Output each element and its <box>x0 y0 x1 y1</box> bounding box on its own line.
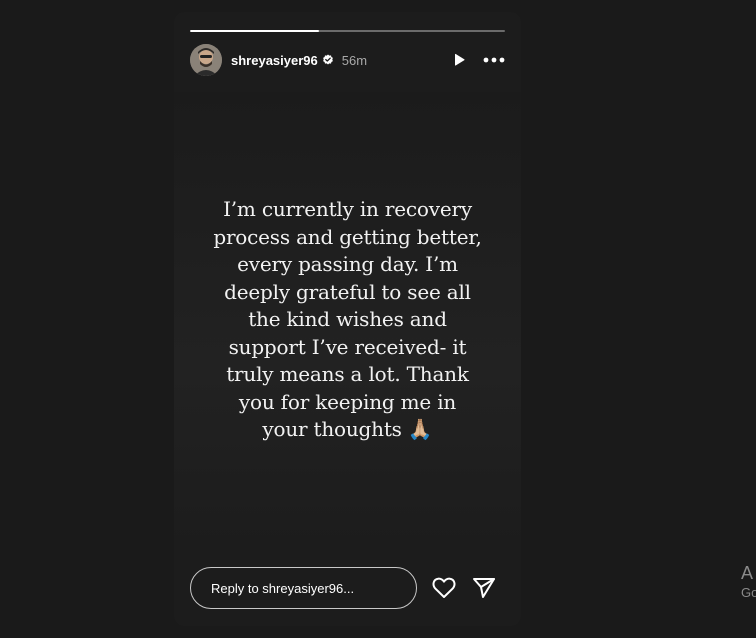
story-timestamp: 56m <box>341 52 368 68</box>
story-text-line: support I’ve received- it <box>228 334 467 359</box>
side-text-line2: Go <box>741 585 756 600</box>
story-header: shreyasiyer96 56m <box>190 44 505 76</box>
story-progress-bar <box>190 30 505 32</box>
story-text-line: the kind wishes and <box>248 307 447 331</box>
story-text: I’m currently in recovery process and ge… <box>194 196 501 444</box>
reply-input[interactable] <box>190 567 417 609</box>
more-icon[interactable] <box>483 57 505 63</box>
story-text-line: every passing day. I’m <box>237 252 458 276</box>
story-text-line: you for keeping me in <box>238 389 457 414</box>
side-text-line1: A <box>741 563 754 583</box>
reply-actions <box>432 577 496 599</box>
side-cutoff-text: A Go <box>741 562 756 602</box>
story-text-line: I’m currently in recovery <box>223 197 472 221</box>
verified-badge-icon <box>322 54 334 66</box>
avatar[interactable] <box>190 44 222 76</box>
story-content: I’m currently in recovery process and ge… <box>174 92 521 552</box>
send-icon[interactable] <box>472 577 496 599</box>
play-icon[interactable] <box>451 52 467 68</box>
story-header-actions <box>451 52 505 68</box>
story-progress-fill <box>190 30 320 32</box>
story-text-line: deeply grateful to see all <box>224 279 471 304</box>
story-text-line: truly means a lot. Thank <box>226 362 469 386</box>
page: shreyasiyer96 56m I’m currently in recov… <box>0 0 756 638</box>
story-text-line: process and getting better, <box>213 224 482 249</box>
story-username[interactable]: shreyasiyer96 <box>231 53 318 68</box>
story-viewer[interactable]: shreyasiyer96 56m I’m currently in recov… <box>174 12 521 626</box>
heart-icon[interactable] <box>432 577 456 599</box>
avatar-photo <box>190 44 222 76</box>
story-text-line: your thoughts 🙏🏼 <box>262 417 433 441</box>
reply-bar <box>190 566 505 610</box>
